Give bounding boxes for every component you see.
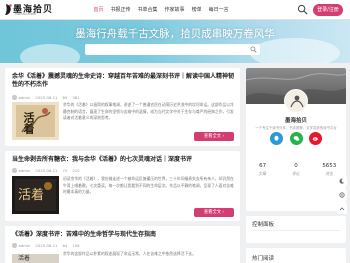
hero-banner: 墨海行舟载千古文脉，拾贝成串映万卷风华 xyxy=(0,20,350,63)
post-date: 2025-06-11 xyxy=(35,168,58,173)
author-name: admin xyxy=(18,95,31,100)
post-likes: 156 xyxy=(72,243,80,248)
post-date: 2025-06-11 xyxy=(35,243,58,248)
widget-divider xyxy=(252,230,340,231)
banner-search-box xyxy=(85,44,260,63)
post-meta: admin 2025-06-11 64 156 xyxy=(12,243,85,248)
dark-mode-toggle[interactable] xyxy=(337,176,347,186)
read-more-button[interactable]: 查看全文 › xyxy=(194,132,234,141)
search-icon[interactable] xyxy=(250,46,257,53)
thumbnail-title: 活着 xyxy=(18,188,45,203)
post-title[interactable]: 当生命剥去所有糖衣：我与余华《活着》的七次灵魂对话｜深度书评 xyxy=(12,156,237,164)
thumbnail-title: 活着 xyxy=(22,112,35,134)
avatar[interactable] xyxy=(284,89,308,113)
post-title[interactable]: 余华《活着》震撼灵魂的生命史诗：穿越百年苦难的最深刻书评｜解读中国人精神韧性的不… xyxy=(12,73,237,90)
post-excerpt: 余华的《活着》以极简的叙事笔调，讲述了一个普通农民在动荡历史洪流中的坎坷命运。这… xyxy=(63,102,234,121)
profile-name: 墨海拾贝 xyxy=(284,118,307,124)
post-likes: 381 xyxy=(72,95,80,100)
post-card: 《活着》深度书评：苦难中的生命哲学与现代生存指南 admin 2025-06-1… xyxy=(5,226,240,263)
settings-button[interactable] xyxy=(337,190,347,200)
stat-value: 5653 xyxy=(322,163,337,169)
profile-description: 一个专注于读书分享、书评推荐、文学赏析的读书平台 xyxy=(255,126,337,130)
nav-item-daily-quote[interactable]: 每日一言 xyxy=(205,0,232,20)
post-likes: 210 xyxy=(72,168,80,173)
top-navbar: 墨海拾贝 MohaiShibei 首页 书报正传 书单合集 作家故事 榜单 每日… xyxy=(0,0,350,20)
post-meta: admin 2025-06-11 72 210 xyxy=(12,168,85,173)
author-avatar xyxy=(12,243,17,248)
brush-logo-icon xyxy=(5,4,12,15)
author-name: admin xyxy=(18,243,31,248)
search-icon[interactable] xyxy=(297,4,308,15)
post-title[interactable]: 《活着》深度书评：苦难中的生命哲学与现代生存指南 xyxy=(12,231,237,239)
banner-cloud-decor xyxy=(250,38,340,63)
widget-title: 热门阅读 xyxy=(252,256,275,262)
stat-value: 67 xyxy=(259,163,267,169)
login-register-button[interactable]: 登录/注册 xyxy=(313,4,343,16)
stat-label: 文章 xyxy=(258,171,267,176)
nav-item-reviews[interactable]: 书报正传 xyxy=(107,0,134,20)
stat-views: 5653 浏览 xyxy=(313,163,346,177)
nav-item-booklists[interactable]: 书单合集 xyxy=(134,0,161,20)
stat-posts: 67 文章 xyxy=(246,163,279,177)
post-views: 72 xyxy=(62,168,68,173)
main-nav: 首页 书报正传 书单合集 作家故事 榜单 每日一言 xyxy=(90,0,232,20)
banner-cloud-decor xyxy=(20,44,80,63)
read-more-button[interactable]: 查看全文 › xyxy=(194,208,234,217)
post-card: 余华《活着》震撼灵魂的生命史诗：穿越百年苦难的最深刻书评｜解读中国人精神韧性的不… xyxy=(5,68,240,146)
post-thumbnail[interactable]: 活着 xyxy=(12,176,59,214)
post-meta: admin 2025-06-11 89 381 xyxy=(12,95,85,100)
author-avatar xyxy=(12,168,17,173)
post-author[interactable]: admin xyxy=(12,95,30,100)
thumbnail-title: 活着 xyxy=(18,255,31,262)
nav-item-authors[interactable]: 作家故事 xyxy=(161,0,188,20)
back-to-top-icon xyxy=(339,207,345,211)
stat-value: 0 xyxy=(294,163,298,169)
author-name: admin xyxy=(18,168,31,173)
author-avatar xyxy=(12,95,17,100)
post-excerpt: 余华的这部作品以朴素的叙述展现了命运无常，人在苦难之中依然选择活下去。 xyxy=(63,251,196,256)
stat-comments: 0 评论 xyxy=(279,163,312,177)
moon-icon xyxy=(339,178,345,184)
social-links xyxy=(270,132,322,146)
post-author[interactable]: admin xyxy=(12,168,30,173)
stat-label: 评论 xyxy=(292,171,300,176)
settings-icon xyxy=(339,192,345,198)
nav-item-home[interactable]: 首页 xyxy=(90,0,107,20)
banner-title: 墨海行舟载千古文脉，拾贝成串映万卷风华 xyxy=(75,28,275,40)
site-subtitle: MohaiShibei xyxy=(15,12,37,16)
nav-item-rankings[interactable]: 榜单 xyxy=(188,0,205,20)
wechat-icon[interactable] xyxy=(289,132,303,145)
profile-stats: 67 文章 0 评论 5653 浏览 xyxy=(246,163,346,177)
hot-reading-widget: 热门阅读 xyxy=(246,248,346,263)
post-thumbnail[interactable]: 活着 xyxy=(12,251,59,263)
widget-title: 控制面板 xyxy=(252,222,275,228)
weibo-icon[interactable] xyxy=(309,132,322,145)
post-date: 2025-06-11 xyxy=(35,95,58,100)
post-views: 64 xyxy=(62,243,68,248)
search-input[interactable] xyxy=(85,53,235,63)
post-excerpt: 初读余华的《活着》，我仿佛走进一个被命运反复碾压的世界，三十年间福贵失去所有亲人… xyxy=(63,176,234,195)
site-logo[interactable]: 墨海拾贝 MohaiShibei xyxy=(4,2,52,18)
avatar-image xyxy=(285,90,307,112)
author-profile-card: 墨海拾贝 一个专注于读书分享、书评推荐、文学赏析的读书平台 67 文章 0 评论 xyxy=(246,68,346,211)
post-views: 89 xyxy=(62,95,68,100)
post-author[interactable]: admin xyxy=(12,243,30,248)
post-card: 当生命剥去所有糖衣：我与余华《活着》的七次灵魂对话｜深度书评 admin 202… xyxy=(5,151,240,221)
post-thumbnail[interactable]: 活着 xyxy=(12,102,59,140)
qq-icon[interactable] xyxy=(270,132,283,145)
back-to-top-button[interactable] xyxy=(337,204,347,214)
control-panel-widget: 控制面板 xyxy=(246,216,346,243)
